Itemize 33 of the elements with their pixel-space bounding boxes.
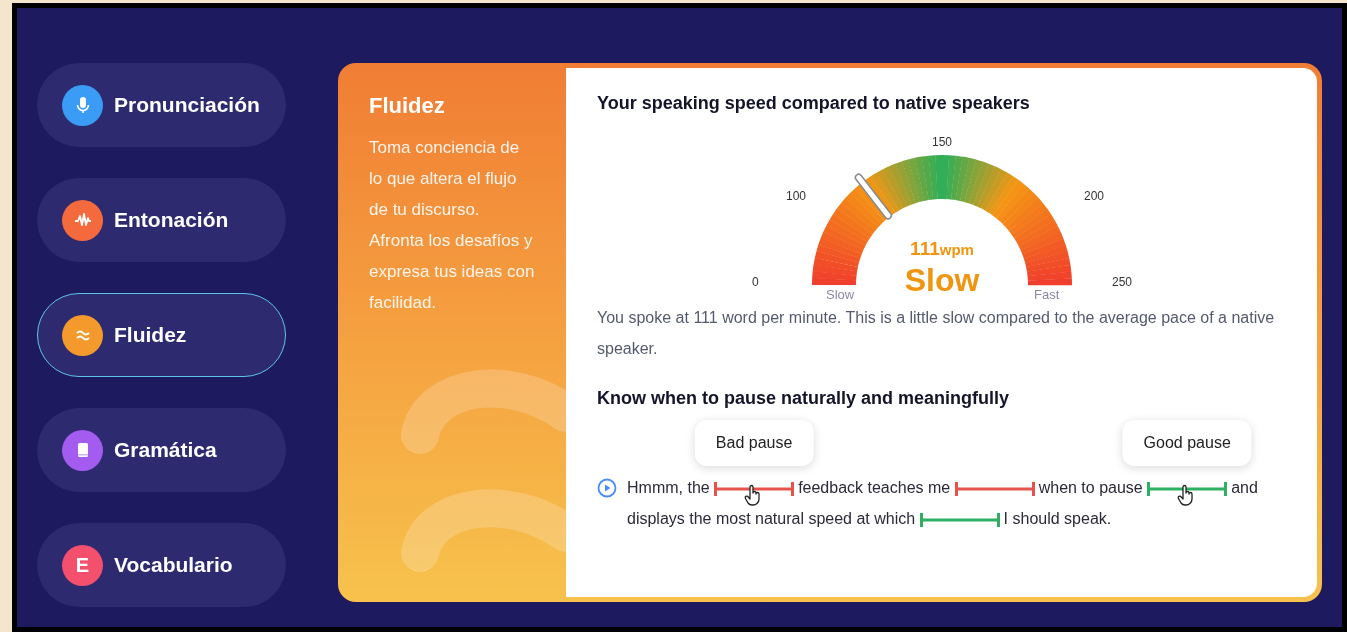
sentence-text: feedback teaches me	[798, 479, 951, 496]
gauge-tick-label: 250	[1112, 274, 1133, 291]
gauge-low-label: Slow	[826, 286, 855, 304]
sentence-text: and	[1231, 479, 1258, 496]
sidebar-item[interactable]: E Vocabulario	[37, 523, 286, 607]
sidebar-item[interactable]: Entonación	[37, 178, 286, 262]
gauge-tick-label: 200	[1084, 188, 1105, 205]
pause-marker[interactable]	[954, 481, 1035, 496]
section-heading: Your speaking speed compared to native speakers	[597, 92, 1031, 115]
pause-label: Bad pause	[694, 419, 814, 466]
sidebar-item[interactable]: Fluidez	[37, 293, 286, 377]
section-description: Toma conciencia de lo que altera el flujo de tu discurso. Afronta los desafíos y expresa tus ideas con facilidad.	[369, 137, 536, 314]
pause-marker[interactable]	[919, 512, 1000, 527]
section-heading: Know when to pause naturally and meaningfully	[597, 387, 1011, 410]
pause-marker[interactable]	[714, 481, 795, 496]
gauge-tick-label: 100	[786, 188, 807, 205]
gauge-high-label: Fast	[1034, 286, 1060, 304]
sidebar-item[interactable]: Pronunciación	[37, 63, 286, 147]
pause-marker[interactable]	[1147, 481, 1228, 496]
speed-reading: 111wpm	[910, 237, 974, 261]
gauge-tick-label: 0	[752, 274, 759, 291]
speed-verdict: Slow	[904, 261, 980, 299]
sidebar-item[interactable]: Gramática	[37, 408, 286, 492]
speed-summary: You spoke at 111 word per minute. This is a little slow compared to the average pace of a native speaker.	[597, 308, 1276, 359]
letter-icon: E	[62, 544, 103, 586]
section-title: Fluidez	[369, 92, 446, 120]
play-icon[interactable]	[597, 478, 617, 498]
sentence-text: when to pause	[1038, 479, 1143, 496]
pause-label: Good pause	[1122, 419, 1252, 466]
sentence-text: I should speak.	[1003, 510, 1112, 527]
sentence-text: Hmmm, the	[627, 479, 710, 496]
sentence-text: displays the most natural speed at which	[627, 510, 916, 527]
gauge-tick-label: 150	[932, 134, 953, 151]
